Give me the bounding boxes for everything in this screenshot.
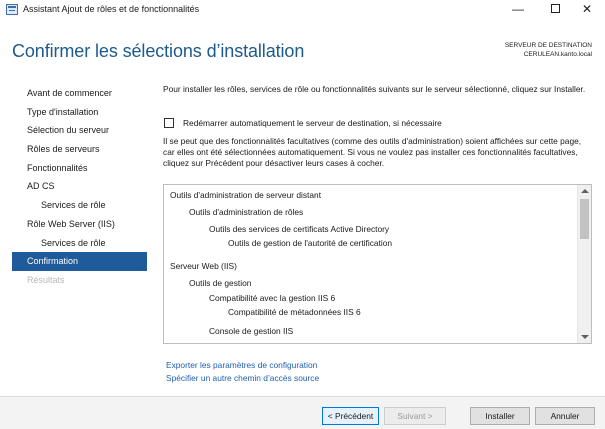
nav-item[interactable]: Rôles de serveurs	[12, 140, 147, 159]
window-title: Assistant Ajout de rôles et de fonctionn…	[23, 4, 200, 14]
minimize-button[interactable]: —	[500, 0, 536, 20]
export-config-link[interactable]: Exporter les paramètres de configuration	[166, 360, 317, 370]
selection-item: Outils de gestion de l'autorité de certi…	[228, 238, 393, 248]
selections-list-content: Outils d'administration de serveur dista…	[164, 185, 578, 343]
destination-server-name: CERULEAN.kanto.local	[523, 51, 592, 58]
destination-label: SERVEUR DE DESTINATION	[504, 42, 592, 49]
close-button[interactable]: ✕	[569, 0, 605, 20]
nav-item[interactable]: Type d'installation	[12, 103, 147, 122]
nav-item[interactable]: Fonctionnalités	[12, 159, 147, 178]
nav-item[interactable]: AD CS	[12, 177, 147, 196]
selection-item: Compatibilité avec la gestion IIS 6	[209, 293, 336, 303]
scroll-up-arrow-icon[interactable]	[581, 189, 589, 193]
title-bar: Assistant Ajout de rôles et de fonctionn…	[0, 0, 605, 20]
scroll-down-arrow-icon[interactable]	[581, 335, 589, 339]
optional-features-note: Il se peut que des fonctionnalités facul…	[163, 136, 582, 168]
selection-item: Outils des services de certificats Activ…	[209, 224, 390, 234]
maximize-button[interactable]	[537, 0, 573, 20]
selection-item: Console de gestion IIS	[209, 326, 294, 336]
nav-item[interactable]: Confirmation	[12, 252, 147, 271]
maximize-icon	[550, 4, 560, 14]
destination-server: SERVEUR DE DESTINATION CERULEAN.kanto.lo…	[505, 41, 592, 59]
previous-button[interactable]: < Précédent	[322, 407, 379, 425]
next-button[interactable]: Suivant >	[384, 407, 446, 425]
nav-item[interactable]: Rôle Web Server (IIS)	[12, 215, 147, 234]
content-panel: Pour installer les rôles, services de rô…	[163, 84, 593, 168]
alternate-source-link[interactable]: Spécifier un autre chemin d’accès source	[166, 373, 319, 383]
scrollbar-thumb[interactable]	[580, 199, 589, 239]
selection-item: Compatibilité de métadonnées IIS 6	[228, 307, 361, 317]
selection-item: Outils d'administration de serveur dista…	[170, 190, 322, 200]
selection-item: Outils de gestion	[189, 278, 252, 288]
intro-text: Pour installer les rôles, services de rô…	[163, 84, 586, 94]
page-title: Confirmer les sélections d’installation	[12, 41, 305, 61]
selections-list[interactable]: Outils d'administration de serveur dista…	[163, 184, 592, 344]
nav-item[interactable]: Services de rôle	[12, 234, 147, 253]
nav-item[interactable]: Services de rôle	[12, 196, 147, 215]
wizard-nav: Avant de commencer Type d'installation Sél…	[12, 84, 147, 290]
nav-item[interactable]: Sélection du serveur	[12, 121, 147, 140]
vertical-scrollbar[interactable]	[577, 185, 591, 343]
server-manager-icon	[6, 4, 18, 15]
nav-item[interactable]: Avant de commencer	[12, 84, 147, 103]
restart-checkbox[interactable]	[164, 118, 174, 128]
nav-item: Résultats	[27, 274, 65, 285]
selection-item: Outils d'administration de rôles	[189, 207, 304, 217]
install-button[interactable]: Installer	[470, 407, 530, 425]
restart-checkbox-label[interactable]: Redémarrer automatiquement le serveur de…	[183, 118, 442, 128]
cancel-button[interactable]: Annuler	[535, 407, 595, 425]
selection-item: Serveur Web (IIS)	[170, 261, 237, 271]
